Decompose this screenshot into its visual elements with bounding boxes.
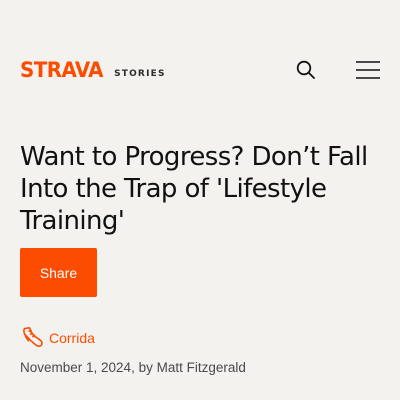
logo-subtitle: STORIES	[114, 69, 166, 79]
category-link[interactable]: Corrida	[49, 330, 95, 346]
running-shoe-icon	[23, 327, 43, 347]
article-meta: November 1, 2024, by Matt Fitzgerald	[20, 360, 246, 375]
logo-wordmark: STRAVA	[20, 58, 104, 82]
author-name[interactable]: Matt Fitzgerald	[157, 360, 246, 375]
article-title: Want to Progress? Don’t Fall Into the Tr…	[20, 142, 368, 236]
search-button[interactable]	[292, 56, 320, 84]
strava-stories-logo[interactable]: STRAVA STORIES	[20, 60, 166, 81]
hamburger-menu-icon	[356, 61, 380, 79]
publish-date: November 1, 2024	[20, 360, 132, 375]
byline-prefix: , by	[131, 360, 157, 375]
share-button[interactable]: Share	[20, 248, 97, 297]
site-header: STRAVA STORIES	[0, 0, 400, 140]
article-category: Corrida	[20, 326, 95, 350]
page: STRAVA STORIES Want to Progress? Don’t F…	[0, 0, 400, 400]
search-icon	[296, 60, 315, 79]
menu-button[interactable]	[352, 56, 384, 84]
